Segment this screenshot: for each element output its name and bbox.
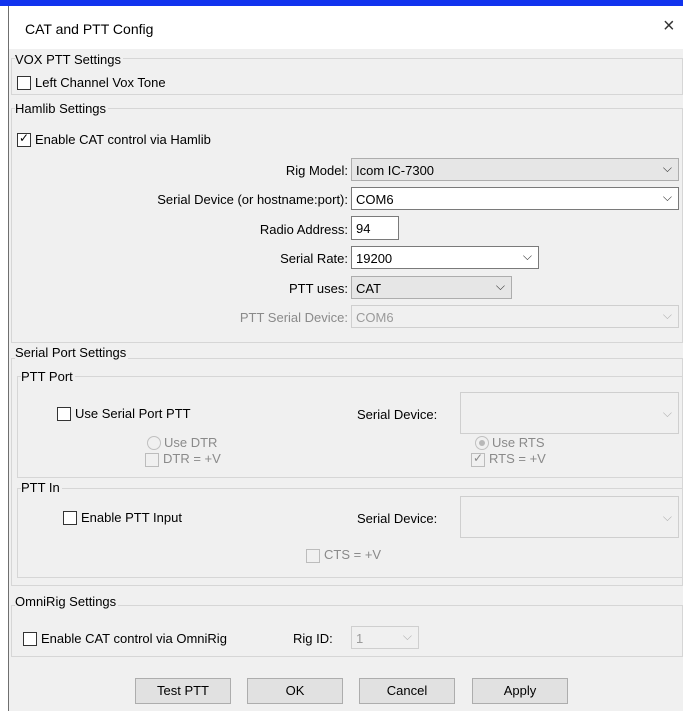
chevron-down-icon: ⌵	[662, 161, 672, 175]
ptt-port-group-label: PTT Port	[21, 369, 75, 384]
rig-id-label: Rig ID:	[293, 631, 333, 646]
rig-id-select[interactable]: 1 ⌵	[351, 626, 419, 649]
rig-id-value: 1	[356, 631, 364, 646]
radio-selected-dot	[479, 440, 485, 446]
rig-model-select[interactable]: Icom IC-7300 ⌵	[351, 158, 679, 181]
window-title: CAT and PTT Config	[25, 21, 154, 37]
rig-model-label: Rig Model:	[285, 163, 348, 178]
cancel-button[interactable]: Cancel	[359, 678, 455, 704]
serial-rate-label: Serial Rate:	[280, 251, 348, 266]
serial-rate-value: 19200	[356, 251, 393, 266]
enable-ptt-input-checkbox[interactable]	[63, 511, 77, 525]
check-icon: ✓	[473, 451, 484, 465]
check-icon: ✓	[19, 131, 30, 145]
use-serial-ptt-label: Use Serial Port PTT	[75, 406, 191, 421]
radio-address-value: 94	[356, 221, 371, 236]
chevron-down-icon: ⌵	[522, 249, 532, 263]
chevron-down-icon: ⌵	[662, 510, 672, 524]
cat-ptt-config-dialog: CAT and PTT Config × VOX PTT Settings Le…	[8, 6, 683, 711]
close-icon[interactable]: ×	[663, 15, 675, 38]
enable-omnirig-label: Enable CAT control via OmniRig	[41, 631, 227, 646]
dtr-label: DTR = +V	[163, 451, 221, 466]
chevron-down-icon: ⌵	[402, 629, 412, 643]
radio-address-label: Radio Address:	[259, 222, 348, 237]
ptt-in-serial-device-select[interactable]: ⌵	[460, 496, 679, 538]
enable-hamlib-label: Enable CAT control via Hamlib	[35, 132, 211, 147]
cts-label: CTS = +V	[324, 547, 382, 562]
ptt-serial-device-label: PTT Serial Device:	[239, 310, 348, 325]
left-channel-vox-label: Left Channel Vox Tone	[35, 75, 166, 90]
rig-model-value: Icom IC-7300	[356, 163, 435, 178]
ptt-in-serial-device-label: Serial Device:	[357, 511, 438, 526]
ptt-uses-label: PTT uses:	[288, 281, 348, 296]
use-serial-ptt-checkbox[interactable]	[57, 407, 71, 421]
hamlib-group-label: Hamlib Settings	[15, 101, 109, 116]
serial-device-label: Serial Device (or hostname:port):	[157, 192, 348, 207]
enable-hamlib-checkbox[interactable]: ✓	[17, 131, 31, 147]
ptt-serial-device-value: COM6	[356, 310, 394, 325]
serial-rate-select[interactable]: 19200 ⌵	[351, 246, 539, 269]
serial-port-group-label: Serial Port Settings	[15, 345, 129, 360]
enable-omnirig-checkbox[interactable]	[23, 632, 37, 646]
use-dtr-label: Use DTR	[164, 435, 218, 450]
cts-checkbox[interactable]	[306, 549, 320, 563]
radio-address-input[interactable]: 94	[351, 216, 399, 240]
chevron-down-icon: ⌵	[662, 190, 672, 204]
title-bar: CAT and PTT Config ×	[9, 6, 683, 49]
rts-checkbox[interactable]: ✓	[471, 451, 485, 467]
ptt-uses-select[interactable]: CAT ⌵	[351, 276, 512, 299]
chevron-down-icon: ⌵	[662, 308, 672, 322]
vox-group-label: VOX PTT Settings	[15, 52, 123, 67]
dtr-checkbox[interactable]	[145, 453, 159, 467]
serial-device-select[interactable]: COM6 ⌵	[351, 187, 679, 210]
enable-ptt-input-label: Enable PTT Input	[81, 510, 182, 525]
ptt-uses-value: CAT	[356, 281, 382, 296]
chevron-down-icon: ⌵	[495, 279, 505, 293]
ptt-port-serial-device-label: Serial Device:	[357, 407, 438, 422]
use-rts-label: Use RTS	[492, 435, 545, 450]
ptt-in-group-label: PTT In	[21, 480, 62, 495]
rts-label: RTS = +V	[489, 451, 546, 466]
test-ptt-button[interactable]: Test PTT	[135, 678, 231, 704]
serial-device-value: COM6	[356, 192, 394, 207]
ptt-port-serial-device-select[interactable]: ⌵	[460, 392, 679, 434]
chevron-down-icon: ⌵	[662, 406, 672, 420]
use-dtr-radio[interactable]	[147, 436, 161, 450]
apply-button[interactable]: Apply	[472, 678, 568, 704]
ptt-serial-device-select[interactable]: COM6 ⌵	[351, 305, 679, 328]
use-rts-radio[interactable]	[475, 436, 489, 450]
ok-button[interactable]: OK	[247, 678, 343, 704]
left-channel-vox-checkbox[interactable]	[17, 76, 31, 90]
omnirig-group-label: OmniRig Settings	[15, 594, 119, 609]
